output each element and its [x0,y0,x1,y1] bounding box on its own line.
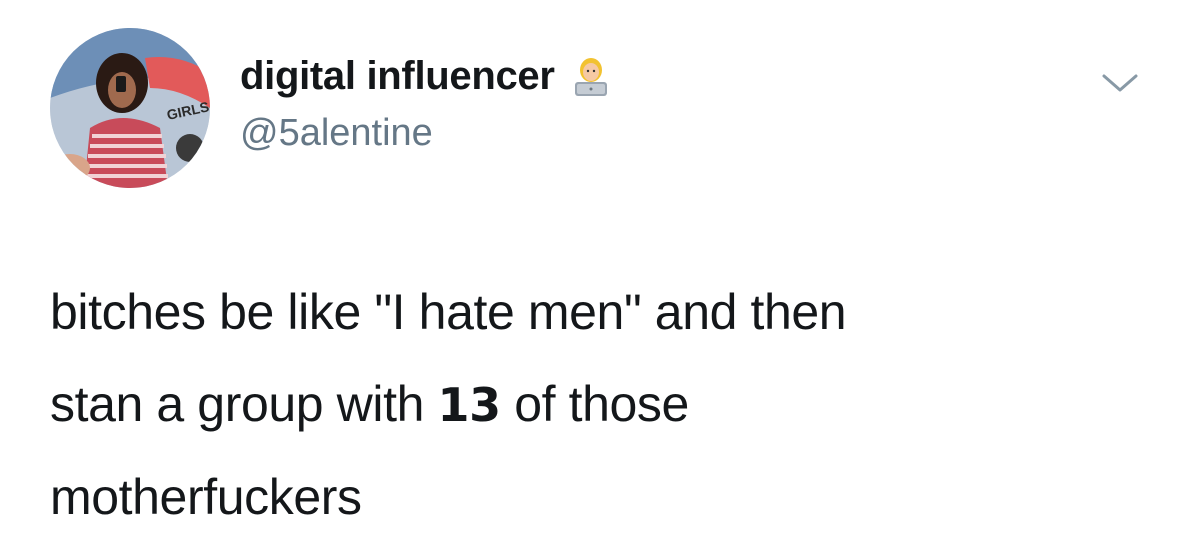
tweet-text: bitches be like "I hate men" and then st… [50,266,1160,543]
tweet-text-line-2: stan a group with 13 of those [50,358,1160,451]
avatar-photo: GIRLS [50,28,210,188]
display-name[interactable]: digital influencer [240,54,555,99]
tweet-text-line-3: motherfuckers [50,469,362,525]
chevron-down-icon[interactable] [1098,68,1142,98]
tweet: GIRLS digital influencer @5alentine bitc… [0,0,1200,553]
tweet-text-line-2-after: of those [500,376,689,432]
avatar[interactable]: GIRLS [50,28,210,188]
tweet-text-line-2-before: stan a group with [50,376,438,432]
user-handle[interactable]: @5alentine [240,112,433,155]
technologist-emoji-icon [569,54,613,98]
tweet-text-number: 13 [437,378,501,432]
name-row: digital influencer [240,50,613,102]
tweet-text-line-1: bitches be like "I hate men" and then [50,284,847,340]
